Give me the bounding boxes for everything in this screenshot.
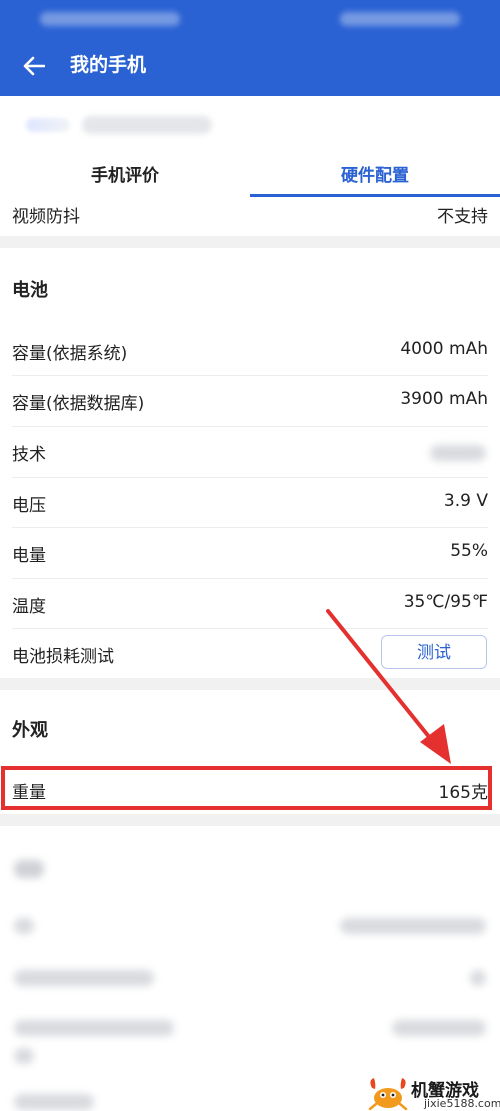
watermark-url: jixie5188.com [424,1097,500,1110]
blurred-section [0,826,500,1111]
watermark: 机蟹游戏 jixie5188.com [366,1076,500,1111]
crab-logo-icon [368,1078,408,1110]
